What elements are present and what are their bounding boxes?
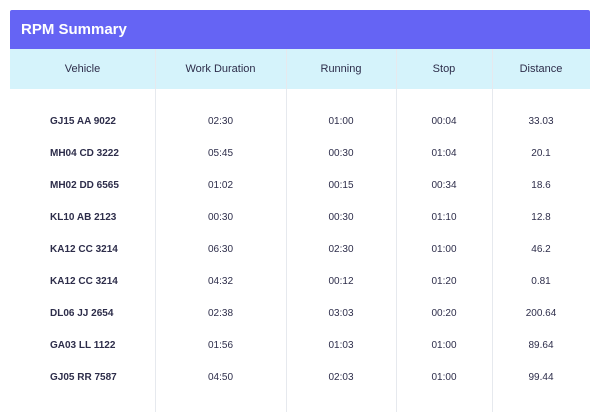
cell-vehicle: KL10 AB 2123 [50,211,117,223]
cell-stop: 01:00 [431,371,457,383]
cell-distance: 89.64 [528,339,554,351]
table-header: Vehicle Work Duration Running Stop Dista… [10,49,590,89]
cell-work-duration: 00:30 [207,211,234,223]
cell-work-duration: 01:02 [207,179,234,191]
table-row[interactable]: KA12 CC 3214 04:32 00:12 01:20 0.81 [10,265,590,297]
table-row[interactable]: MH04 CD 3222 05:45 00:30 01:04 20.1 [10,137,590,169]
cell-work-duration: 06:30 [207,243,234,255]
cell-running: 01:00 [328,115,354,127]
panel-title: RPM Summary [21,21,127,38]
cell-work-duration: 01:56 [207,339,234,351]
cell-distance: 20.1 [531,147,551,159]
cell-running: 02:03 [328,371,354,383]
cell-running: 01:03 [328,339,354,351]
table-row[interactable]: KA12 CC 3214 06:30 02:30 01:00 46.2 [10,233,590,265]
cell-distance: 0.81 [531,275,551,287]
cell-distance: 46.2 [531,243,551,255]
cell-distance: 200.64 [525,307,557,319]
cell-work-duration: 02:30 [207,115,234,127]
table-row[interactable]: GJ15 AA 9022 02:30 01:00 00:04 33.03 [10,105,590,137]
table-row[interactable]: MH02 DD 6565 01:02 00:15 00:34 18.6 [10,169,590,201]
column-header-vehicle[interactable]: Vehicle [10,49,155,89]
cell-vehicle: KA12 CC 3214 [50,243,118,255]
cell-work-duration: 04:32 [207,275,234,287]
table-body: GJ15 AA 9022 02:30 01:00 00:04 33.03 MH04 CD … [10,105,590,393]
cell-work-duration: 02:38 [207,307,234,319]
table-row[interactable]: KL10 AB 2123 00:30 00:30 01:10 12.8 [10,201,590,233]
column-header-stop[interactable]: Stop [396,49,492,89]
cell-stop: 01:00 [431,243,457,255]
table-row[interactable]: DL06 JJ 2654 02:38 03:03 00:20 200.64 [10,297,590,329]
cell-vehicle: GJ05 RR 7587 [50,371,117,383]
cell-running: 00:15 [328,179,354,191]
table-row[interactable]: GJ05 RR 7587 04:50 02:03 01:00 99.44 [10,361,590,393]
cell-vehicle: DL06 JJ 2654 [50,307,114,319]
cell-distance: 18.6 [531,179,551,191]
cell-running: 00:30 [328,211,354,223]
cell-running: 03:03 [328,307,354,319]
panel-header: RPM Summary [10,10,590,49]
cell-vehicle: GA03 LL 1122 [50,339,116,351]
cell-work-duration: 04:50 [207,371,234,383]
column-header-work-duration[interactable]: Work Duration [155,49,286,89]
cell-running: 00:30 [328,147,354,159]
cell-vehicle: GJ15 AA 9022 [50,115,116,127]
cell-stop: 01:10 [431,211,457,223]
cell-work-duration: 05:45 [207,147,234,159]
cell-running: 02:30 [328,243,354,255]
cell-stop: 01:00 [431,339,457,351]
cell-running: 00:12 [328,275,354,287]
cell-distance: 99.44 [528,371,554,383]
cell-stop: 00:04 [431,115,457,127]
column-header-running[interactable]: Running [286,49,396,89]
cell-vehicle: MH02 DD 6565 [50,179,119,191]
cell-stop: 01:04 [431,147,457,159]
table-row[interactable]: GA03 LL 1122 01:56 01:03 01:00 89.64 [10,329,590,361]
cell-distance: 12.8 [531,211,551,223]
cell-stop: 00:20 [431,307,457,319]
cell-distance: 33.03 [528,115,554,127]
column-header-distance[interactable]: Distance [492,49,590,89]
cell-stop: 00:34 [431,179,457,191]
cell-vehicle: KA12 CC 3214 [50,275,118,287]
cell-stop: 01:20 [431,275,457,287]
rpm-summary-panel: RPM Summary Vehicle Work Duration Runnin… [10,10,590,412]
cell-vehicle: MH04 CD 3222 [50,147,119,159]
